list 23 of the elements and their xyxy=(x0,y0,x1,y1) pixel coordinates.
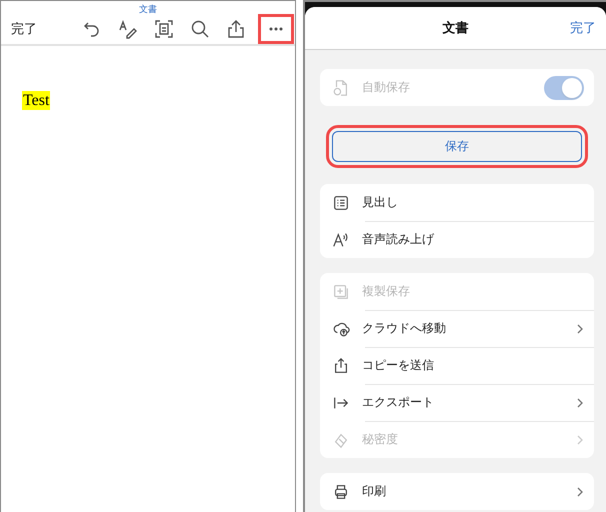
autosave-label: 自動保存 xyxy=(362,79,411,96)
menu-item[interactable]: コピーを送信 xyxy=(362,357,584,374)
more-button[interactable] xyxy=(258,14,294,44)
more-icon xyxy=(269,27,283,31)
done-button[interactable]: 完了 xyxy=(570,19,596,37)
text-pen-icon[interactable] xyxy=(118,19,138,39)
search-icon[interactable] xyxy=(190,19,210,39)
share-icon[interactable] xyxy=(226,19,246,39)
menu-item[interactable]: 音声読み上げ xyxy=(362,231,584,248)
done-button[interactable]: 完了 xyxy=(11,20,74,38)
list-icon xyxy=(332,194,350,212)
share-icon xyxy=(332,356,350,374)
scan-frame-icon[interactable] xyxy=(154,19,174,39)
menu-item[interactable]: 印刷 xyxy=(362,483,564,500)
add-copy-icon xyxy=(332,282,350,300)
printer-icon xyxy=(332,482,350,500)
sheet-title: 文書 xyxy=(442,20,468,37)
highlighted-text: Test xyxy=(22,91,50,110)
menu-item[interactable]: 見出し xyxy=(362,194,584,211)
document-title: 文書 xyxy=(138,4,158,14)
text-speech-icon xyxy=(332,230,350,248)
menu-item[interactable]: エクスポート xyxy=(362,394,564,411)
menu-item[interactable]: クラウドへ移動 xyxy=(362,320,564,337)
